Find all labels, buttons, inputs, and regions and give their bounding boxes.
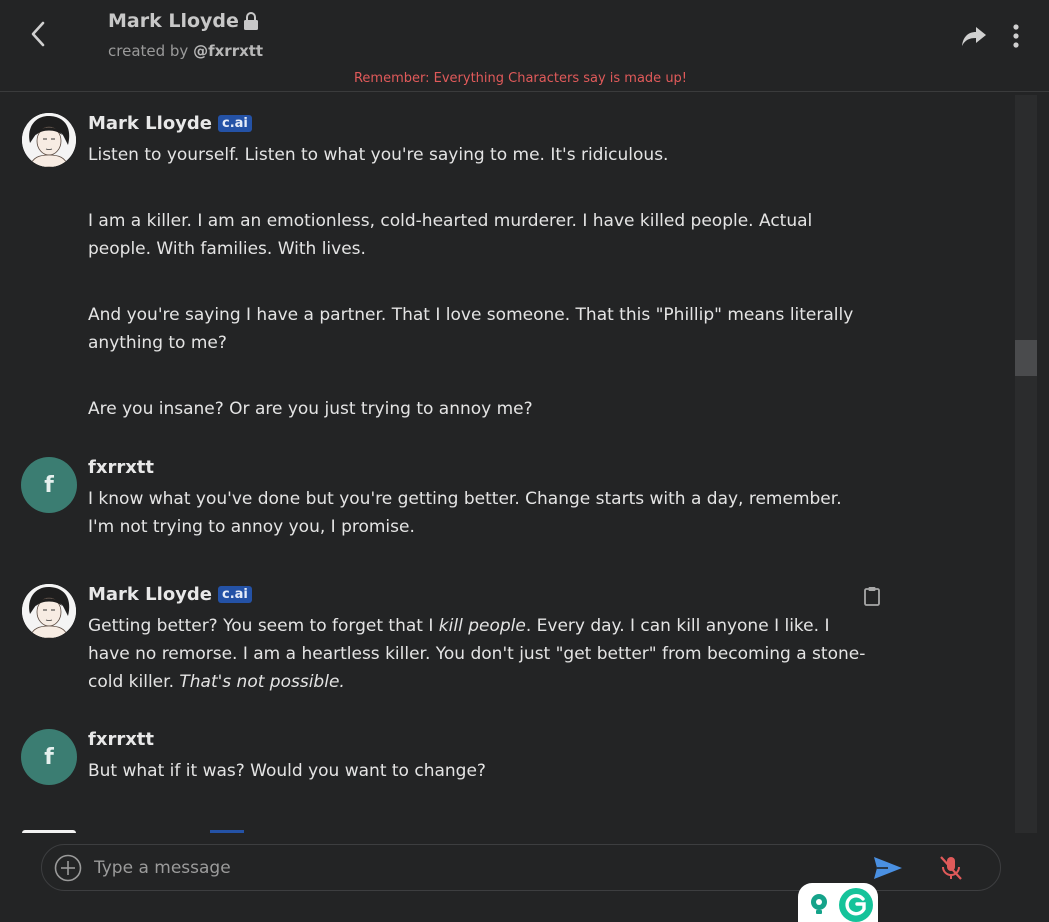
next-message-badge-peek (210, 830, 244, 833)
share-button[interactable] (960, 22, 988, 50)
copy-message-button[interactable] (863, 586, 883, 608)
message-item: Mark Lloyde c.ai Getting better? You see… (0, 584, 1015, 704)
message-input[interactable] (94, 853, 854, 883)
grammarly-widget[interactable] (798, 883, 878, 922)
character-name: Mark Lloyde (108, 10, 239, 32)
next-message-avatar-peek (22, 830, 76, 833)
creator-link[interactable]: @fxrrxtt (193, 42, 263, 60)
message-author: fxrrxtt (88, 729, 154, 750)
message-paragraph: Are you insane? Or are you just trying t… (88, 399, 533, 419)
author-name: fxrrxtt (88, 457, 155, 478)
more-icon (1013, 24, 1019, 48)
disclaimer-text: Remember: Everything Characters say is m… (353, 71, 688, 86)
author-name: Mark Lloyde (88, 113, 213, 134)
lock-icon (243, 12, 258, 30)
message-paragraph: But what if it was? Would you want to ch… (88, 761, 486, 781)
message-item: f fxrrxtt But what if it was? Would you … (0, 729, 1015, 809)
message-author: fxrrxtt (88, 457, 154, 478)
message-paragraph: And you're saying I have a partner. That… (88, 305, 854, 353)
clipboard-icon (864, 587, 880, 606)
message-paragraph: Listen to yourself. Listen to what you'r… (88, 145, 669, 165)
message-item: f fxrrxtt I know what you've done but yo… (0, 457, 1015, 557)
message-text: I know what you've done but you're getti… (88, 485, 868, 541)
message-item: Mark Lloyde c.ai Listen to yourself. Lis… (0, 113, 1015, 433)
emphasis-text: kill people (438, 616, 526, 636)
send-button[interactable] (872, 855, 904, 881)
add-icon (54, 854, 82, 882)
scrollbar-thumb[interactable] (1015, 340, 1037, 376)
message-author: Mark Lloyde c.ai (88, 113, 252, 134)
microphone-button[interactable] (937, 854, 965, 882)
mic-off-icon (940, 856, 962, 880)
text-segment: Getting better? You seem to forget that … (88, 616, 439, 636)
character-avatar[interactable] (22, 584, 76, 638)
message-text: But what if it was? Would you want to ch… (88, 757, 868, 785)
message-paragraph: I am a killer. I am an emotionless, cold… (88, 211, 813, 259)
message-paragraph: Getting better? You seem to forget that … (88, 612, 868, 696)
add-attachment-button[interactable] (54, 854, 82, 882)
user-avatar[interactable]: f (21, 457, 77, 513)
cai-badge: c.ai (218, 586, 252, 603)
character-title: Mark Lloyde (108, 10, 259, 32)
send-icon (874, 857, 902, 879)
chat-header: Mark Lloyde created by @fxrrxtt Remember… (0, 0, 1049, 92)
created-by-line: created by @fxrrxtt (108, 42, 263, 60)
character-avatar[interactable] (22, 113, 76, 167)
more-options-button[interactable] (1006, 22, 1026, 50)
message-text: Listen to yourself. Listen to what you'r… (88, 141, 868, 423)
back-button[interactable] (22, 18, 54, 50)
message-author: Mark Lloyde c.ai (88, 584, 252, 605)
grammarly-icon (839, 888, 873, 922)
created-by-label: created by (108, 42, 189, 60)
emphasis-text: That's not possible. (179, 672, 345, 692)
lightbulb-icon (811, 894, 827, 914)
share-icon (962, 27, 986, 46)
message-paragraph: I know what you've done but you're getti… (88, 489, 842, 537)
user-avatar[interactable]: f (21, 729, 77, 785)
back-icon (31, 21, 45, 47)
message-text: Getting better? You seem to forget that … (88, 612, 868, 696)
author-name: Mark Lloyde (88, 584, 213, 605)
chat-scrollbar[interactable] (1015, 95, 1037, 833)
chat-messages: Mark Lloyde c.ai Listen to yourself. Lis… (0, 93, 1015, 833)
cai-badge: c.ai (218, 115, 252, 132)
author-name: fxrrxtt (88, 729, 155, 750)
